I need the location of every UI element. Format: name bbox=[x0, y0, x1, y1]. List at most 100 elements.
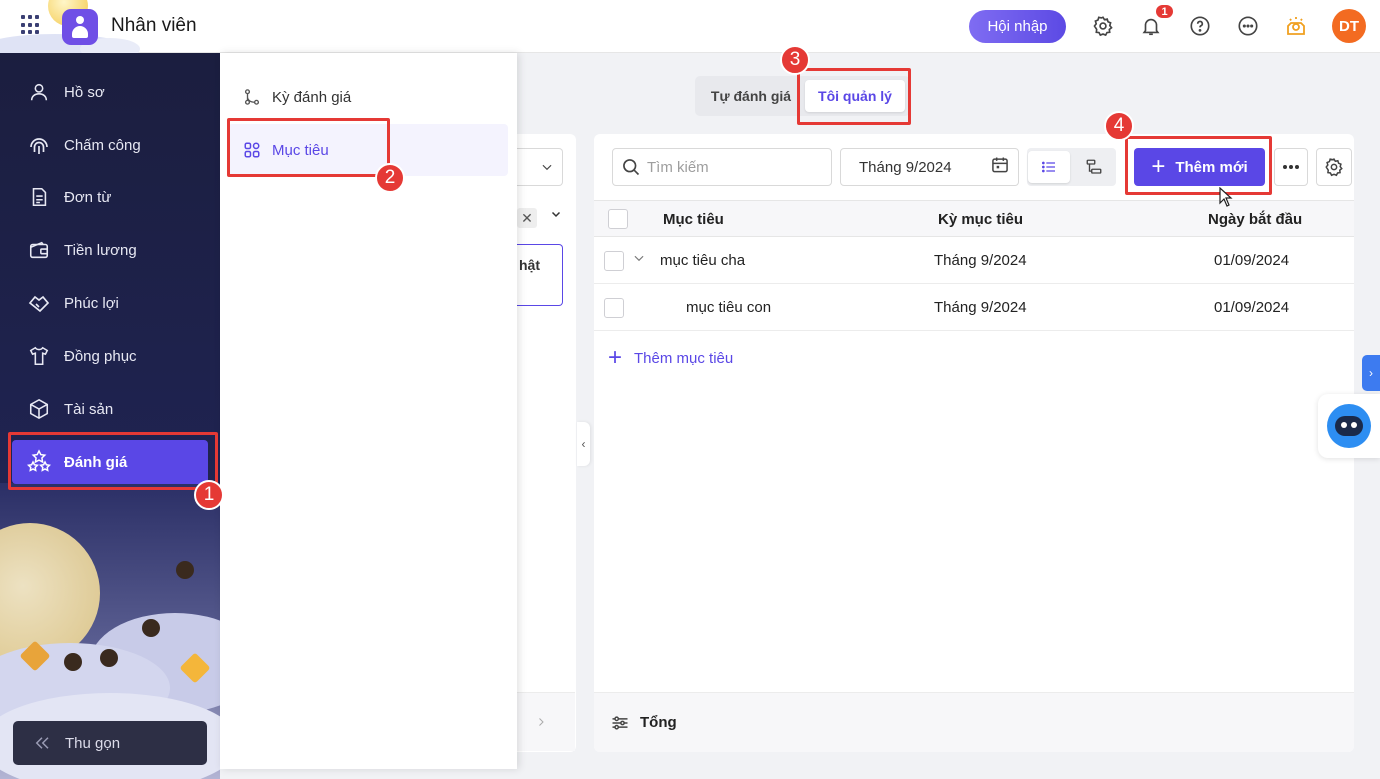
branch-icon bbox=[242, 87, 262, 107]
table-row[interactable]: mục tiêu cha Tháng 9/2024 01/09/2024 bbox=[594, 237, 1354, 284]
period-picker[interactable]: Tháng 9/2024 bbox=[840, 148, 1019, 186]
card-text: hật bbox=[519, 257, 540, 273]
search-icon bbox=[621, 157, 641, 177]
table-row[interactable]: mục tiêu con Tháng 9/2024 01/09/2024 bbox=[594, 284, 1354, 331]
table-footer: Tổng bbox=[594, 692, 1354, 752]
list-view-button[interactable] bbox=[1028, 151, 1070, 183]
app-logo bbox=[62, 9, 98, 45]
search-box[interactable] bbox=[612, 148, 832, 186]
submenu-item-label: Kỳ đánh giá bbox=[272, 88, 352, 106]
kid-decoration bbox=[142, 619, 160, 637]
chevron-down-icon[interactable] bbox=[632, 251, 646, 269]
filter-panel-footer bbox=[517, 692, 575, 751]
sidebar-item-label: Tài sản bbox=[64, 400, 114, 418]
callout-number-1: 1 bbox=[194, 480, 224, 510]
tree-icon bbox=[1086, 159, 1102, 174]
footer-total-label: Tổng bbox=[640, 714, 677, 731]
table-settings-button[interactable] bbox=[1316, 148, 1352, 186]
sidebar-item-label: Phúc lợi bbox=[64, 294, 119, 312]
column-header-start-date: Ngày bắt đầu bbox=[1208, 211, 1303, 228]
table-header: Mục tiêu Kỳ mục tiêu Ngày bắt đầu bbox=[594, 200, 1354, 237]
goal-name: mục tiêu cha bbox=[660, 252, 746, 269]
panel-collapse-toggle[interactable]: ‹ bbox=[577, 422, 590, 466]
gear-icon[interactable] bbox=[1091, 14, 1115, 38]
avatar[interactable]: DT bbox=[1332, 9, 1366, 43]
expand-right-panel-button[interactable]: › bbox=[1362, 355, 1380, 391]
sidebar-item-profile[interactable]: Hồ sơ bbox=[12, 70, 208, 114]
sidebar-item-label: Đơn từ bbox=[64, 188, 112, 206]
add-goal-link[interactable]: + Thêm mục tiêu bbox=[608, 346, 733, 370]
kid-decoration bbox=[176, 561, 194, 579]
sidebar-item-requests[interactable]: Đơn từ bbox=[12, 175, 208, 219]
collapse-label: Thu gọn bbox=[65, 734, 121, 752]
more-circle-icon[interactable] bbox=[1236, 14, 1260, 38]
mouse-cursor-icon bbox=[1219, 187, 1233, 207]
fingerprint-icon bbox=[26, 132, 52, 158]
add-goal-label: Thêm mục tiêu bbox=[634, 349, 734, 367]
tab-self-evaluation[interactable]: Tự đánh giá bbox=[701, 80, 801, 112]
select-all-checkbox[interactable] bbox=[608, 209, 628, 229]
tree-view-button[interactable] bbox=[1073, 151, 1115, 183]
goal-start-date: 01/09/2024 bbox=[1214, 252, 1290, 269]
kid-decoration bbox=[64, 653, 82, 671]
callout-box-2 bbox=[227, 118, 390, 177]
main-sidebar: Hồ sơ Chấm công Đơn từ Tiền lương Phúc l… bbox=[0, 53, 220, 779]
more-horizontal-icon bbox=[1283, 165, 1299, 169]
more-options-button[interactable] bbox=[1274, 148, 1308, 186]
integrate-button[interactable]: Hội nhập bbox=[969, 10, 1066, 43]
box-icon bbox=[26, 396, 52, 422]
callout-box-4 bbox=[1125, 136, 1272, 195]
search-input[interactable] bbox=[647, 158, 817, 176]
wallet-icon bbox=[26, 237, 52, 263]
callout-number-4: 4 bbox=[1104, 111, 1134, 141]
sidebar-item-label: Chấm công bbox=[64, 136, 141, 154]
sidebar-item-uniform[interactable]: Đồng phục bbox=[12, 334, 208, 378]
notification-badge: 1 bbox=[1154, 3, 1175, 20]
sidebar-item-assets[interactable]: Tài sản bbox=[12, 387, 208, 431]
callout-box-1 bbox=[8, 432, 218, 490]
chatbot-button[interactable] bbox=[1318, 394, 1380, 458]
goal-start-date: 01/09/2024 bbox=[1214, 299, 1290, 316]
top-header: Nhân viên Hội nhập 1 DT bbox=[0, 0, 1380, 53]
double-chevron-left-icon bbox=[33, 734, 51, 752]
goal-name: mục tiêu con bbox=[686, 299, 772, 316]
gear-icon bbox=[1325, 158, 1343, 177]
goal-period: Tháng 9/2024 bbox=[934, 252, 1027, 269]
calendar-icon bbox=[990, 155, 1010, 179]
filter-dropdown[interactable] bbox=[517, 148, 563, 186]
sidebar-item-attendance[interactable]: Chấm công bbox=[12, 123, 208, 167]
robot-icon bbox=[1327, 404, 1371, 448]
sidebar-item-label: Tiền lương bbox=[64, 241, 137, 259]
app-launcher-icon[interactable] bbox=[21, 15, 41, 35]
column-header-period: Kỳ mục tiêu bbox=[938, 211, 1024, 228]
row-checkbox[interactable] bbox=[604, 298, 624, 318]
callout-number-3: 3 bbox=[780, 45, 810, 75]
chevron-right-icon[interactable] bbox=[535, 716, 547, 728]
close-icon[interactable]: ✕ bbox=[517, 208, 537, 228]
view-mode-toggle bbox=[1027, 148, 1116, 186]
submenu-item-evaluation-period[interactable]: Kỳ đánh giá bbox=[228, 71, 508, 123]
sidebar-item-label: Hồ sơ bbox=[64, 83, 105, 101]
goal-period: Tháng 9/2024 bbox=[934, 299, 1027, 316]
plus-icon: + bbox=[608, 344, 623, 371]
app-title: Nhân viên bbox=[111, 15, 197, 36]
sidebar-item-salary[interactable]: Tiền lương bbox=[12, 228, 208, 272]
kid-decoration bbox=[100, 649, 118, 667]
help-icon[interactable] bbox=[1188, 14, 1212, 38]
period-value: Tháng 9/2024 bbox=[859, 158, 952, 176]
goals-card: Tháng 9/2024 + Thêm mới Mục tiêu Kỳ mục … bbox=[594, 134, 1354, 752]
row-checkbox[interactable] bbox=[604, 251, 624, 271]
sliders-icon[interactable] bbox=[610, 713, 630, 733]
list-icon bbox=[1042, 161, 1055, 173]
column-header-goal: Mục tiêu bbox=[663, 211, 724, 228]
collapse-sidebar-button[interactable]: Thu gọn bbox=[13, 721, 207, 765]
sidebar-item-benefits[interactable]: Phúc lợi bbox=[12, 281, 208, 325]
callout-box-3 bbox=[797, 68, 911, 125]
document-icon bbox=[26, 184, 52, 210]
callout-number-2: 2 bbox=[375, 163, 405, 193]
shirt-icon bbox=[26, 343, 52, 369]
lightbulb-icon[interactable] bbox=[1284, 14, 1308, 38]
chevron-down-icon[interactable] bbox=[550, 208, 562, 223]
chevron-down-icon bbox=[542, 164, 552, 171]
selected-card[interactable]: hật bbox=[517, 244, 563, 306]
